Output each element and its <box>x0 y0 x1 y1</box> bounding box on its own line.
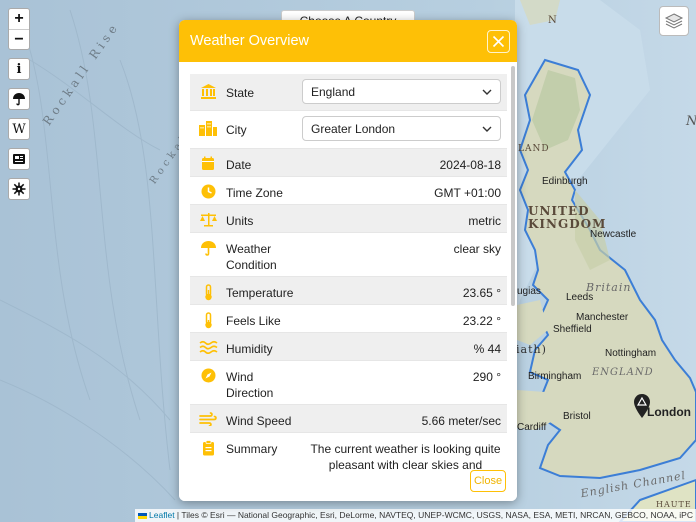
news-button[interactable] <box>8 148 30 170</box>
row-value: metric <box>468 214 501 228</box>
clock-icon <box>190 177 226 199</box>
row-temperature: Temperature 23.65 ° <box>190 277 507 305</box>
row-feels-like: Feels Like 23.22 ° <box>190 305 507 333</box>
modal-title: Weather Overview <box>190 33 309 49</box>
landmark-icon <box>190 74 226 100</box>
modal-footer <box>179 479 517 501</box>
zoom-in-button[interactable]: + <box>9 9 29 29</box>
scale-icon <box>190 205 226 227</box>
row-date: Date 2024-08-18 <box>190 149 507 177</box>
compass-icon <box>190 361 226 383</box>
weather-table: State England City Greater London Date 2… <box>190 74 507 477</box>
row-value: The current weather is looking quite ple… <box>310 442 501 472</box>
region-label: iath) <box>516 343 547 356</box>
region-label: N <box>686 115 696 128</box>
map-attribution: Leaflet | Tiles © Esri — National Geogra… <box>135 509 696 522</box>
weather-button[interactable] <box>8 88 30 110</box>
row-label: Date <box>226 158 252 172</box>
row-timezone: Time Zone GMT +01:00 <box>190 177 507 205</box>
row-label: Wind Direction <box>226 370 274 400</box>
row-condition: Weather Condition clear sky <box>190 233 507 277</box>
row-label: Units <box>226 214 254 228</box>
umbrella-icon <box>190 233 226 257</box>
virus-icon <box>12 182 26 196</box>
region-label: UNITED KINGDOM <box>528 204 607 231</box>
ukraine-flag-icon <box>138 512 148 519</box>
city-label: ugias <box>517 286 541 297</box>
umbrella-icon <box>13 93 25 106</box>
city-label: Manchester <box>576 312 629 323</box>
row-label: State <box>226 86 255 100</box>
row-label: Time Zone <box>226 186 283 200</box>
close-x-button[interactable] <box>487 29 510 53</box>
layers-icon <box>664 13 684 29</box>
chevron-down-icon <box>482 89 492 95</box>
city-label: Newcastle <box>590 229 637 240</box>
row-value: 290 ° <box>472 370 501 384</box>
row-wind-direction: Wind Direction 290 ° <box>190 361 507 405</box>
chevron-down-icon <box>482 126 492 132</box>
city-label: Sheffield <box>553 324 592 335</box>
close-icon <box>492 35 505 47</box>
region-label: N <box>548 15 558 26</box>
row-value: 2024-08-18 <box>439 158 501 172</box>
city-label: Edinburgh <box>542 176 588 187</box>
row-city: City Greater London <box>190 111 507 149</box>
modal-header: Weather Overview <box>179 20 517 62</box>
row-label: Humidity <box>226 342 273 356</box>
wind-icon <box>190 405 226 426</box>
newspaper-icon <box>13 154 25 164</box>
thermometer-icon <box>190 305 226 329</box>
thermometer-icon <box>190 277 226 301</box>
calendar-icon <box>190 149 226 171</box>
row-label: Feels Like <box>226 314 281 328</box>
weather-modal: Weather Overview State England City Grea… <box>179 20 517 501</box>
row-value: % 44 <box>473 342 501 356</box>
virus-button[interactable] <box>8 178 30 200</box>
state-select[interactable]: England <box>302 79 501 104</box>
region-label: ENGLAND <box>592 367 654 378</box>
attribution-text: | Tiles © Esri — National Geographic, Es… <box>174 510 693 520</box>
city-select[interactable]: Greater London <box>302 116 501 141</box>
leaflet-link[interactable]: Leaflet <box>149 510 175 520</box>
city-label: Leeds <box>566 292 594 303</box>
row-label: City <box>226 123 247 137</box>
modal-body[interactable]: State England City Greater London Date 2… <box>179 62 517 479</box>
row-value: clear sky <box>453 242 501 256</box>
region-label: LAND <box>518 144 550 154</box>
close-button[interactable]: Close <box>470 470 506 492</box>
water-icon <box>190 333 226 354</box>
zoom-out-button[interactable]: − <box>9 29 29 49</box>
row-wind-speed: Wind Speed 5.66 meter/sec <box>190 405 507 433</box>
info-button[interactable]: i <box>8 58 30 80</box>
row-label: Summary <box>226 442 278 456</box>
modal-scrollbar[interactable] <box>511 66 515 306</box>
city-select-value: Greater London <box>311 121 396 136</box>
row-value: GMT +01:00 <box>434 186 501 200</box>
wikipedia-button[interactable]: W <box>8 118 30 140</box>
info-icon: i <box>16 61 22 77</box>
city-label: Bristol <box>563 411 591 422</box>
row-value: 23.22 ° <box>462 314 501 328</box>
zoom-control: + − <box>8 8 30 50</box>
state-select-value: England <box>311 84 356 99</box>
row-value: 5.66 meter/sec <box>421 414 501 428</box>
row-label: Wind Speed <box>226 414 292 428</box>
row-label: Weather Condition <box>226 242 277 272</box>
row-humidity: Humidity % 44 <box>190 333 507 361</box>
city-label: Birmingham <box>528 371 582 382</box>
row-summary: Summary The current weather is looking q… <box>190 433 507 477</box>
city-label: London <box>647 405 691 419</box>
layers-button[interactable] <box>659 6 689 36</box>
city-label: Nottingham <box>605 348 657 359</box>
row-value: 23.65 ° <box>462 286 501 300</box>
clipboard-icon <box>190 433 226 456</box>
wikipedia-icon: W <box>12 121 26 137</box>
city-label: Cardiff <box>517 422 547 433</box>
row-label: Temperature <box>226 286 294 300</box>
city-icon <box>190 111 226 137</box>
row-units: Units metric <box>190 205 507 233</box>
row-state: State England <box>190 74 507 111</box>
